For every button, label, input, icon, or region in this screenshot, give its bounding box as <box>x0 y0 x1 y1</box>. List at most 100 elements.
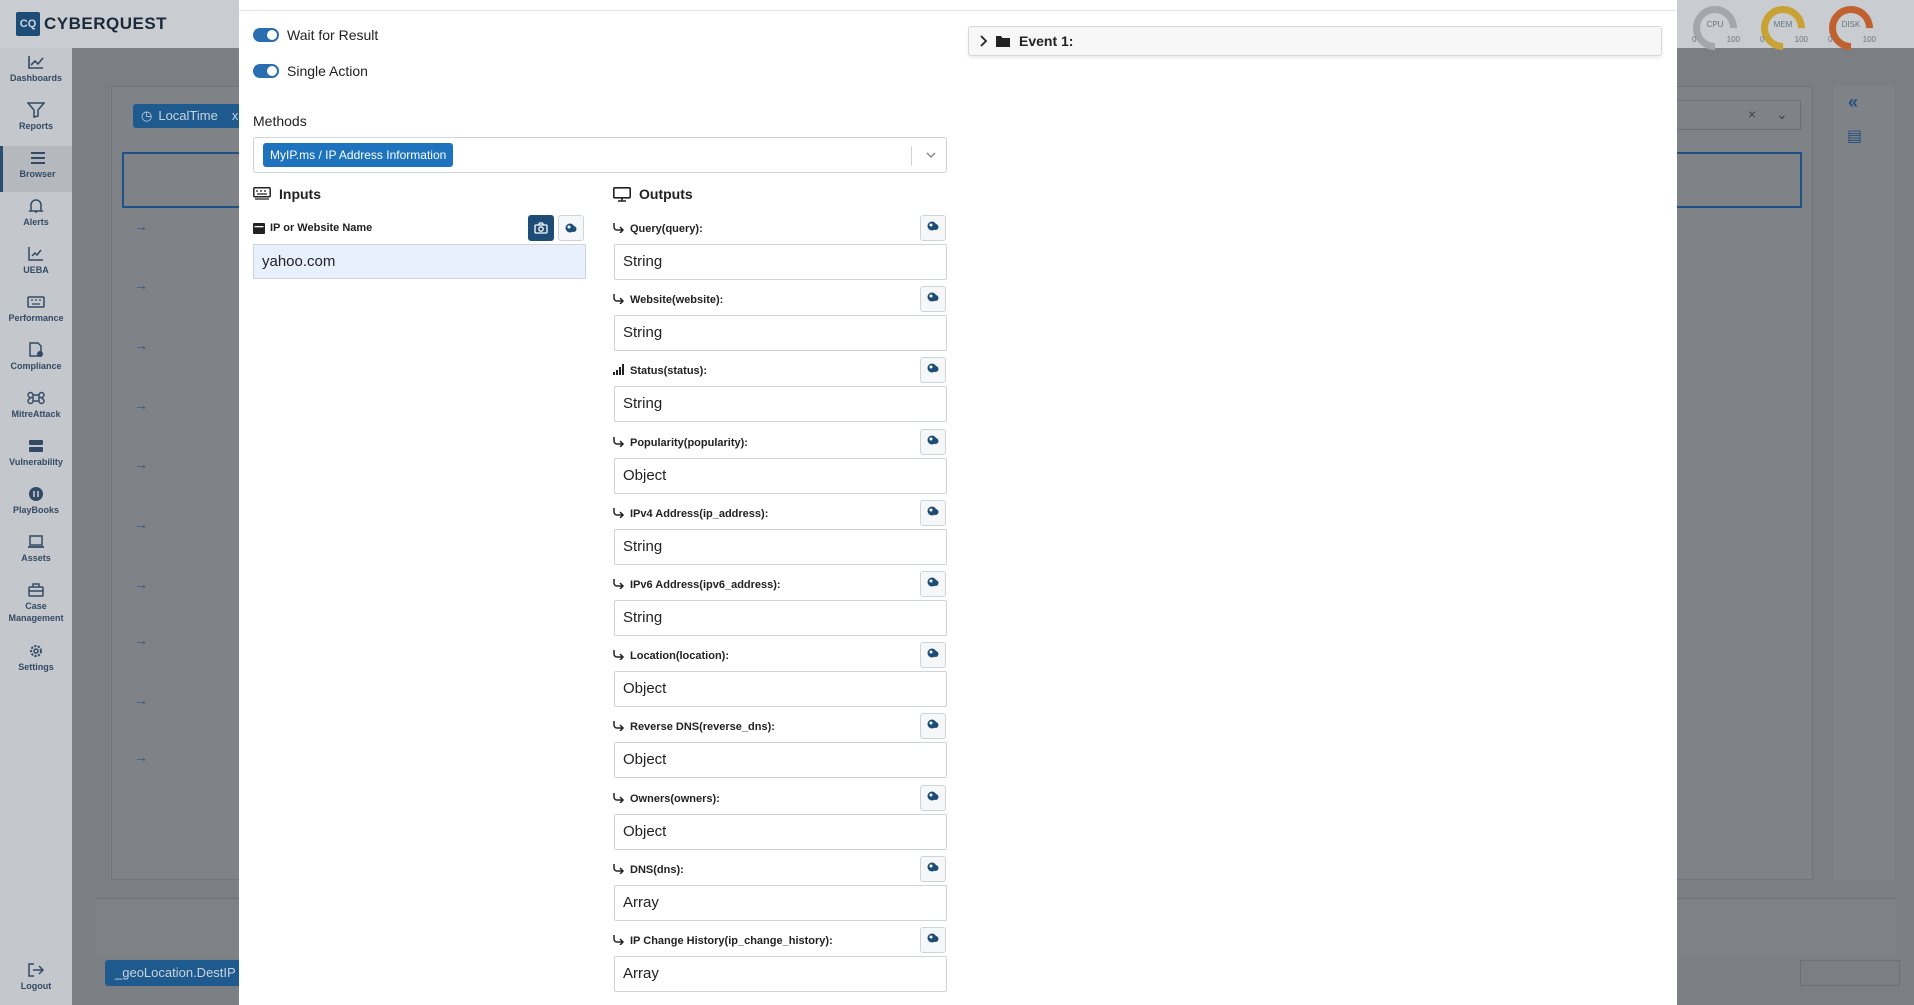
sidebar-item-label: Performance <box>8 313 64 323</box>
output-variable-button[interactable] <box>920 500 946 526</box>
sidebar-item-ueba[interactable]: UEBA <box>0 246 72 276</box>
sidebar-item-label: Alerts <box>23 217 49 227</box>
sidebar-item-label: MitreAttack <box>11 409 61 419</box>
sidebar-item-label: PlayBooks <box>12 505 60 515</box>
sidebar-item-reports[interactable]: Reports <box>0 102 72 132</box>
output-variable-button[interactable] <box>920 286 946 312</box>
output-variable-button[interactable] <box>920 856 946 882</box>
sidebar-item-label: Assets <box>21 553 51 563</box>
chevron-down-icon[interactable]: ⌄ <box>1776 106 1788 123</box>
output-label: Reverse DNS(reverse_dns): <box>613 720 775 734</box>
variable-button[interactable] <box>558 215 584 241</box>
sidebar-item-browser[interactable]: Browser <box>0 146 72 192</box>
gauge-min: 0 <box>1692 35 1697 44</box>
chevron-right-icon[interactable] <box>979 35 987 47</box>
arrow-right-icon[interactable]: → <box>134 632 148 648</box>
sidebar-item-performance[interactable]: Performance <box>0 294 72 324</box>
event-panel[interactable]: Event 1: <box>968 26 1662 56</box>
filter-chip[interactable]: ◷ LocalTime x <box>133 104 247 128</box>
sidebar-item-vulnerability[interactable]: Vulnerability <box>0 438 72 468</box>
sidebar-item-label: Case Management <box>8 601 64 623</box>
sidebar-item-label: Dashboards <box>9 73 62 83</box>
output-variable-button[interactable] <box>920 429 946 455</box>
output-variable-button[interactable] <box>920 215 946 241</box>
briefcase-icon <box>28 583 44 597</box>
methods-select[interactable]: MyIP.ms / IP Address Information <box>253 137 947 173</box>
sidebar-item-logout[interactable]: Logout <box>0 962 72 992</box>
output-type-field[interactable]: Array <box>614 885 947 921</box>
output-type-field[interactable]: Object <box>614 742 947 778</box>
arrow-right-icon[interactable]: → <box>134 749 148 765</box>
output-type-field[interactable]: String <box>614 315 947 351</box>
cloud-icon <box>926 504 940 522</box>
document-check-icon <box>29 342 43 357</box>
sidebar-item-compliance[interactable]: Compliance <box>0 342 72 372</box>
logout-icon <box>28 963 45 977</box>
geo-select[interactable] <box>1800 960 1900 986</box>
output-variable-button[interactable] <box>920 785 946 811</box>
filter-icon <box>27 102 45 118</box>
sidebar-item-label: Reports <box>18 121 53 131</box>
wait-for-result-toggle[interactable] <box>253 28 279 42</box>
output-label: Location(location): <box>613 649 729 663</box>
output-variable-button[interactable] <box>920 357 946 383</box>
link-icon <box>613 649 625 663</box>
sidebar-item-playbooks[interactable]: PlayBooks <box>0 486 72 516</box>
arrow-right-icon[interactable]: → <box>134 516 148 532</box>
outputs-header: Outputs <box>613 186 693 202</box>
output-type-field[interactable]: String <box>614 244 947 280</box>
output-label: IPv4 Address(ip_address): <box>613 507 768 521</box>
output-type-field[interactable]: String <box>614 529 947 565</box>
sidebar: Dashboards Reports Browser Alerts UEBA P… <box>0 48 72 1005</box>
sidebar-item-alerts[interactable]: Alerts <box>0 198 72 228</box>
arrow-right-icon[interactable]: → <box>134 576 148 592</box>
output-type-field[interactable]: Object <box>614 671 947 707</box>
output-variable-button[interactable] <box>920 713 946 739</box>
output-label: Popularity(popularity): <box>613 436 748 450</box>
arrow-right-icon[interactable]: → <box>134 337 148 353</box>
background-select[interactable]: × ⌄ <box>1675 100 1801 130</box>
sidebar-item-dashboards[interactable]: Dashboards <box>0 54 72 84</box>
arrow-right-icon[interactable]: → <box>134 218 148 234</box>
cloud-icon <box>926 860 940 878</box>
cloud-icon <box>926 290 940 308</box>
chart-icon <box>28 56 44 69</box>
app-logo[interactable]: CQ CYBERQUEST <box>16 12 167 36</box>
clear-icon[interactable]: × <box>1748 106 1756 122</box>
geo-chip[interactable]: _geoLocation.DestIP <box>105 960 246 986</box>
arrow-right-icon[interactable]: → <box>134 277 148 293</box>
arrow-right-icon[interactable]: → <box>134 692 148 708</box>
chevrons-left-icon[interactable]: « <box>1848 92 1858 113</box>
id-card-icon <box>253 222 265 234</box>
sidebar-item-case-management[interactable]: Case Management <box>0 582 72 624</box>
camera-button[interactable] <box>528 215 554 241</box>
folder-icon <box>996 36 1010 47</box>
method-chip[interactable]: MyIP.ms / IP Address Information <box>263 143 454 167</box>
sidebar-item-settings[interactable]: Settings <box>0 643 72 673</box>
chevron-down-icon[interactable] <box>919 143 943 167</box>
arrow-right-icon[interactable]: → <box>134 397 148 413</box>
single-action-toggle[interactable] <box>253 64 279 78</box>
output-variable-button[interactable] <box>920 642 946 668</box>
single-action-row: Single Action <box>253 63 368 79</box>
sidebar-item-assets[interactable]: Assets <box>0 534 72 564</box>
output-type-field[interactable]: Object <box>614 814 947 850</box>
keyboard-icon <box>27 296 45 308</box>
output-type-field[interactable]: Object <box>614 458 947 494</box>
arrow-right-icon[interactable]: → <box>134 456 148 472</box>
output-label-text: IPv4 Address(ip_address): <box>630 508 769 520</box>
ip-or-website-input[interactable]: yahoo.com <box>253 244 586 279</box>
output-type-field[interactable]: String <box>614 600 947 636</box>
output-variable-button[interactable] <box>920 927 946 953</box>
output-variable-button[interactable] <box>920 571 946 597</box>
filter-chip-close[interactable]: x <box>232 104 239 128</box>
link-icon <box>613 720 625 734</box>
output-label: IPv6 Address(ipv6_address): <box>613 578 781 592</box>
chart-box-icon[interactable]: ▤ <box>1847 126 1862 146</box>
pause-circle-icon <box>29 487 43 501</box>
right-side-panel <box>1834 86 1894 880</box>
sidebar-item-mitreattack[interactable]: MitreAttack <box>0 390 72 420</box>
cloud-icon <box>926 433 940 451</box>
output-type-field[interactable]: Array <box>614 956 947 992</box>
output-type-field[interactable]: String <box>614 386 947 422</box>
